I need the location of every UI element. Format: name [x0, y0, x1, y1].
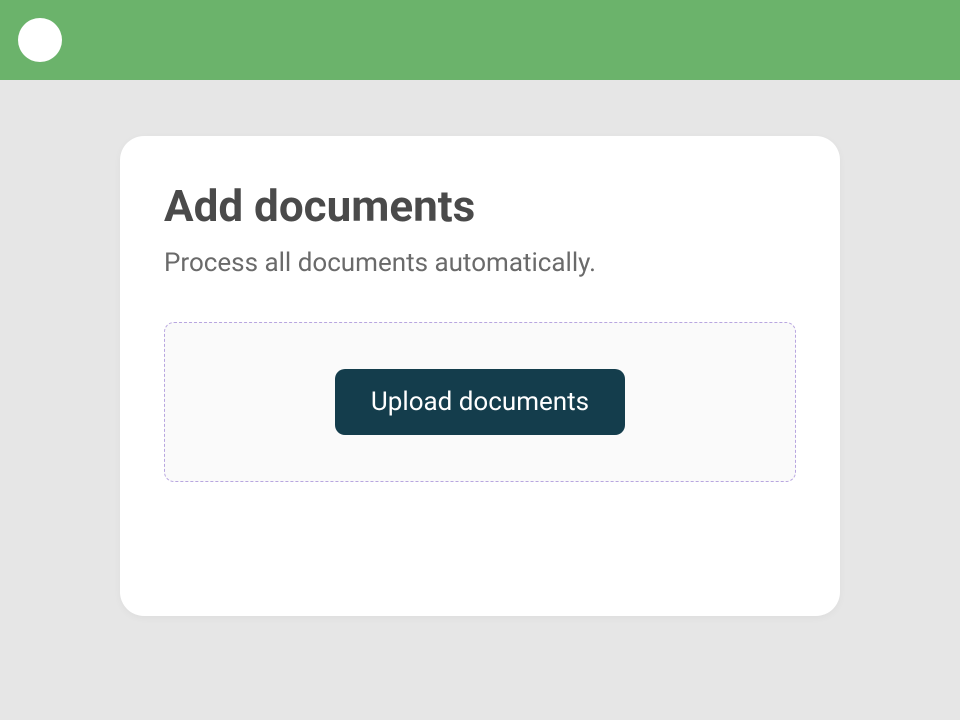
upload-dropzone[interactable]: Upload documents — [164, 322, 796, 482]
header-logo-circle — [18, 18, 62, 62]
documents-card: Add documents Process all documents auto… — [120, 136, 840, 616]
header-bar — [0, 0, 960, 80]
card-title: Add documents — [164, 180, 796, 232]
upload-documents-button[interactable]: Upload documents — [335, 369, 625, 435]
card-subtitle: Process all documents automatically. — [164, 248, 796, 278]
